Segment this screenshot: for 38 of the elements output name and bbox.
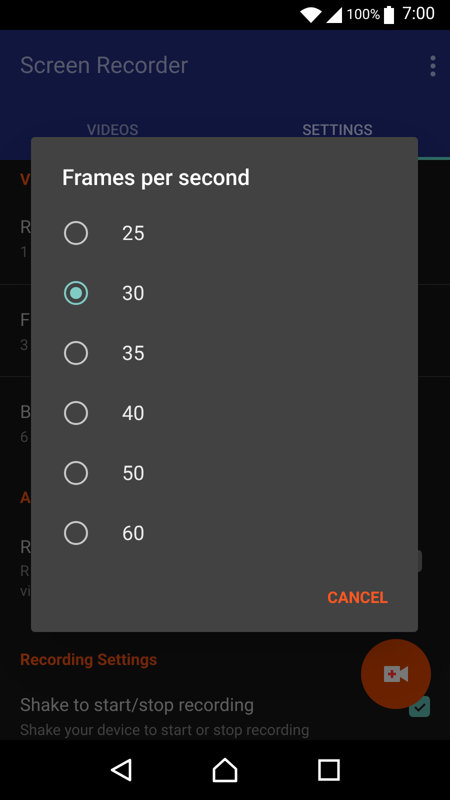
wifi-icon	[300, 7, 322, 23]
radio-option[interactable]: 30	[31, 263, 418, 323]
section-header: V	[20, 169, 30, 191]
section-header: Recording Settings	[20, 649, 158, 671]
radio-option[interactable]: 35	[31, 323, 418, 383]
radio-option[interactable]: 25	[31, 203, 418, 263]
clock: 7:00	[402, 3, 435, 26]
back-icon[interactable]	[110, 758, 132, 782]
setting-title: F	[20, 310, 30, 332]
setting-title: R	[20, 537, 32, 559]
option-label: 30	[122, 280, 144, 307]
radio-button[interactable]	[64, 221, 88, 245]
radio-button[interactable]	[64, 401, 88, 425]
home-icon[interactable]	[212, 757, 238, 783]
radio-option[interactable]: 40	[31, 383, 418, 443]
option-label: 35	[122, 340, 144, 367]
battery-percent: 100%	[346, 6, 380, 24]
section-header: A	[20, 487, 31, 509]
setting-title: B	[20, 402, 32, 424]
option-label: 40	[122, 400, 144, 427]
recents-icon[interactable]	[318, 759, 340, 781]
battery-icon	[384, 6, 394, 24]
radio-option[interactable]: 60	[31, 503, 418, 563]
radio-button[interactable]	[64, 521, 88, 545]
radio-button[interactable]	[64, 341, 88, 365]
more-options-icon[interactable]	[430, 55, 436, 77]
radio-button[interactable]	[64, 461, 88, 485]
signal-icon	[326, 7, 342, 23]
radio-button[interactable]	[64, 281, 88, 305]
app-title: Screen Recorder	[20, 50, 188, 81]
setting-title: Shake to start/stop recording	[20, 695, 256, 717]
option-label: 60	[122, 520, 144, 547]
video-camera-plus-icon	[384, 666, 408, 682]
option-label: 50	[122, 460, 144, 487]
option-label: 25	[122, 220, 144, 247]
radio-option[interactable]: 50	[31, 443, 418, 503]
setting-title: R	[20, 217, 32, 239]
dialog-title: Frames per second	[61, 165, 251, 193]
